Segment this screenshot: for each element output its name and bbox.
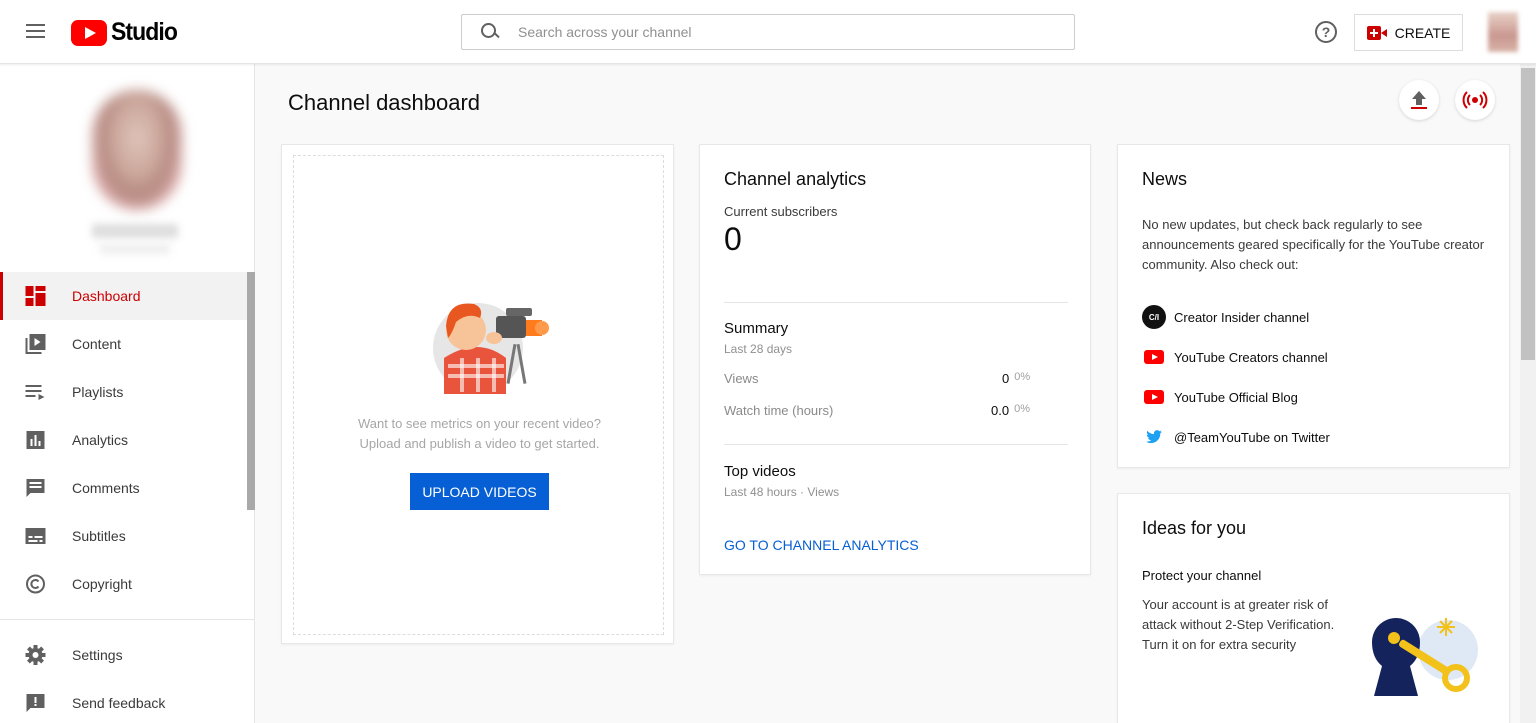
channel-avatar[interactable] bbox=[92, 90, 182, 210]
hamburger-menu-icon[interactable] bbox=[20, 20, 52, 44]
metric-watch-time-label: Watch time (hours) bbox=[724, 403, 834, 418]
create-button-label: CREATE bbox=[1394, 24, 1451, 41]
content-icon bbox=[25, 334, 46, 354]
metric-watch-time-change: 0% bbox=[1014, 403, 1030, 415]
metric-views-label: Views bbox=[724, 371, 759, 386]
create-video-icon bbox=[1366, 25, 1387, 40]
youtube-creators-link[interactable]: YouTube Creators channel bbox=[1142, 345, 1328, 369]
sidebar-nav: Dashboard Content Playlists Analytics Co… bbox=[0, 272, 255, 723]
sidebar-item-label: Send feedback bbox=[72, 695, 166, 711]
search-input[interactable] bbox=[518, 24, 1058, 40]
account-avatar[interactable] bbox=[1488, 12, 1518, 52]
upload-drop-area: Want to see metrics on your recent video… bbox=[293, 155, 664, 635]
current-subscribers-value: 0 bbox=[724, 221, 742, 257]
news-link-label: YouTube Official Blog bbox=[1174, 389, 1298, 405]
channel-analytics-card: Channel analytics Current subscribers 0 … bbox=[699, 144, 1091, 575]
ideas-card: Ideas for you Protect your channel Your … bbox=[1117, 493, 1510, 723]
go-live-button[interactable] bbox=[1455, 80, 1495, 120]
upload-icon bbox=[1411, 91, 1427, 109]
camera-person-illustration bbox=[433, 303, 549, 394]
twitter-icon bbox=[1142, 425, 1166, 449]
current-subscribers-label: Current subscribers bbox=[724, 204, 838, 219]
ideas-body: Your account is at greater risk of attac… bbox=[1142, 597, 1335, 652]
sidebar-item-label: Analytics bbox=[72, 432, 129, 448]
metric-views-change: 0% bbox=[1014, 371, 1031, 383]
sidebar-item-content[interactable]: Content bbox=[0, 320, 255, 368]
top-videos-period: Last 48 hours · Views bbox=[724, 485, 840, 499]
logo-text: Studio bbox=[111, 18, 178, 46]
ideas-subtitle: Protect your channel bbox=[1142, 568, 1262, 583]
feedback-icon bbox=[26, 694, 45, 712]
ideas-card-title: Ideas for you bbox=[1142, 518, 1247, 538]
live-broadcast-icon bbox=[1462, 91, 1488, 109]
youtube-icon bbox=[1142, 385, 1166, 409]
page-title: Channel dashboard bbox=[288, 90, 481, 115]
upload-prompt-line-1: Want to see metrics on your recent video… bbox=[357, 416, 602, 431]
creator-insider-link[interactable]: C/I Creator Insider channel bbox=[1142, 305, 1309, 329]
help-icon[interactable]: ? bbox=[1315, 21, 1337, 43]
news-link-label: Creator Insider channel bbox=[1174, 309, 1310, 325]
gear-icon bbox=[25, 645, 46, 665]
search-bar[interactable] bbox=[461, 14, 1075, 50]
upload-card: Want to see metrics on your recent video… bbox=[281, 144, 674, 644]
go-to-channel-analytics-link[interactable]: GO TO CHANNEL ANALYTICS bbox=[724, 537, 919, 553]
creator-insider-badge: C/I bbox=[1142, 305, 1166, 329]
sidebar-item-label: Dashboard bbox=[72, 288, 141, 304]
top-videos-title: Top videos bbox=[724, 463, 796, 480]
youtube-studio-logo[interactable]: Studio bbox=[71, 18, 183, 47]
analytics-icon bbox=[26, 431, 45, 449]
sidebar-item-label: Subtitles bbox=[72, 528, 126, 544]
summary-period: Last 28 days bbox=[724, 342, 793, 356]
playlists-icon bbox=[25, 385, 45, 400]
metric-views-value: 0 0% bbox=[1002, 371, 1030, 386]
creator-insider-icon: C/I bbox=[1142, 305, 1166, 329]
sidebar-scrollbar[interactable] bbox=[247, 272, 255, 510]
sidebar-item-label: Content bbox=[72, 336, 122, 352]
subtitles-icon bbox=[25, 528, 46, 544]
comments-icon bbox=[26, 479, 45, 497]
news-link-label: @TeamYouTube on Twitter bbox=[1174, 429, 1330, 445]
sidebar-item-label: Playlists bbox=[72, 384, 124, 400]
key-security-illustration bbox=[1372, 618, 1478, 696]
sidebar-item-copyright[interactable]: Copyright bbox=[0, 560, 255, 608]
copyright-icon bbox=[26, 574, 45, 594]
metric-views-number: 0 bbox=[1002, 371, 1010, 386]
news-card-title: News bbox=[1142, 169, 1188, 189]
sidebar-item-label: Copyright bbox=[72, 576, 132, 592]
channel-handle-blurred bbox=[100, 244, 170, 254]
analytics-card-title: Channel analytics bbox=[724, 169, 867, 189]
search-icon[interactable] bbox=[480, 22, 500, 42]
news-body: No new updates, but check back regularly… bbox=[1142, 217, 1485, 272]
news-link-label: YouTube Creators channel bbox=[1174, 349, 1328, 365]
sidebar-item-dashboard[interactable]: Dashboard bbox=[0, 272, 255, 320]
top-app-bar: Studio ? CREATE bbox=[0, 0, 1536, 64]
sidebar-item-label: Comments bbox=[72, 480, 140, 496]
sidebar-item-subtitles[interactable]: Subtitles bbox=[0, 512, 255, 560]
youtube-blog-link[interactable]: YouTube Official Blog bbox=[1142, 385, 1298, 409]
analytics-divider bbox=[724, 444, 1068, 445]
sidebar-item-send-feedback[interactable]: Send feedback bbox=[0, 679, 255, 723]
page-scrollbar-thumb[interactable] bbox=[1521, 68, 1535, 360]
sidebar-item-settings[interactable]: Settings bbox=[0, 631, 255, 679]
upload-button[interactable] bbox=[1399, 80, 1439, 120]
dashboard-icon bbox=[25, 286, 46, 306]
sidebar-item-comments[interactable]: Comments bbox=[0, 464, 255, 512]
create-button[interactable]: CREATE bbox=[1354, 14, 1463, 51]
channel-name-blurred bbox=[92, 224, 178, 238]
upload-videos-button[interactable]: UPLOAD VIDEOS bbox=[410, 473, 549, 510]
sidebar-item-label: Settings bbox=[72, 647, 123, 663]
sidebar-divider bbox=[0, 619, 255, 620]
sidebar-item-analytics[interactable]: Analytics bbox=[0, 416, 255, 464]
metric-watch-time-value: 0.0 0% bbox=[991, 403, 1030, 418]
analytics-divider bbox=[724, 302, 1068, 303]
youtube-logo-icon bbox=[71, 19, 107, 46]
metric-watch-time-number: 0.0 bbox=[991, 403, 1010, 418]
youtube-icon bbox=[1142, 345, 1166, 369]
team-youtube-twitter-link[interactable]: @TeamYouTube on Twitter bbox=[1142, 425, 1330, 449]
summary-title: Summary bbox=[724, 320, 789, 337]
sidebar-item-playlists[interactable]: Playlists bbox=[0, 368, 255, 416]
sidebar: Dashboard Content Playlists Analytics Co… bbox=[0, 64, 255, 723]
news-card: News No new updates, but check back regu… bbox=[1117, 144, 1510, 468]
upload-prompt-line-2: Upload and publish a video to get starte… bbox=[359, 436, 600, 451]
